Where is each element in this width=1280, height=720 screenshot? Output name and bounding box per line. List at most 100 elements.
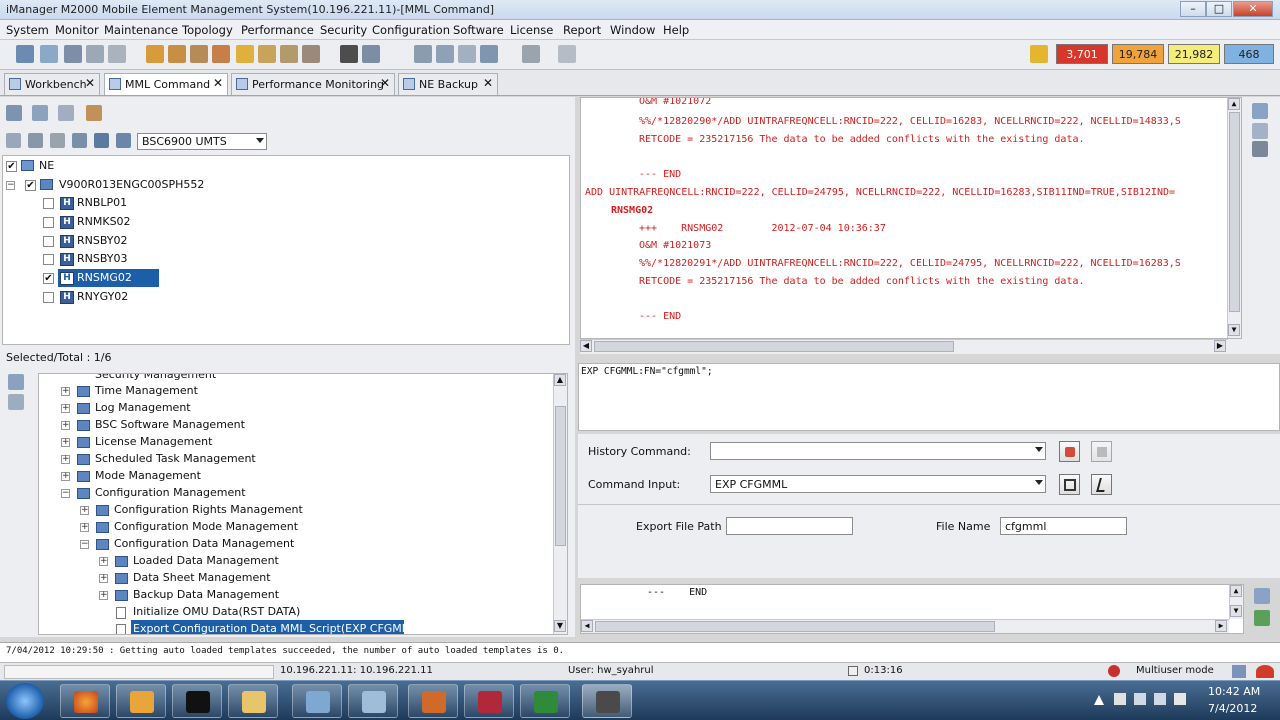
tool-icon[interactable] bbox=[86, 105, 102, 121]
tree-item[interactable]: Time Management bbox=[95, 384, 198, 397]
excel-task[interactable] bbox=[520, 684, 570, 718]
menu-system[interactable]: System bbox=[6, 23, 49, 37]
expand-icon[interactable]: + bbox=[99, 574, 108, 583]
firefox-task[interactable] bbox=[60, 684, 110, 718]
list-item[interactable]: RNSBY02 bbox=[77, 234, 128, 247]
tree-group-label[interactable]: V900R013ENGC00SPH552 bbox=[59, 178, 204, 191]
horizontal-scrollbar[interactable]: ◀ ▶ bbox=[581, 619, 1229, 633]
tree-item[interactable]: Scheduled Task Management bbox=[95, 452, 256, 465]
menu-window[interactable]: Window bbox=[610, 23, 655, 37]
checkbox[interactable]: ✔ bbox=[43, 273, 54, 284]
alarm-filter-icon[interactable] bbox=[212, 45, 230, 63]
expand-icon[interactable]: + bbox=[99, 557, 108, 566]
scroll-up-icon[interactable]: ▲ bbox=[1228, 98, 1240, 110]
tab-workbench[interactable]: Workbench ✕ bbox=[4, 73, 100, 95]
expand-icon[interactable]: + bbox=[61, 455, 70, 464]
checkbox[interactable] bbox=[43, 236, 54, 247]
tab-performance-monitoring[interactable]: Performance Monitoring ✕ bbox=[231, 73, 395, 95]
restore-icon[interactable] bbox=[436, 45, 454, 63]
tree-item[interactable]: BSC Software Management bbox=[95, 418, 245, 431]
layout-icon[interactable] bbox=[6, 105, 22, 121]
clear-icon[interactable] bbox=[1252, 123, 1268, 139]
filter-icon[interactable] bbox=[6, 133, 21, 148]
export-icon[interactable] bbox=[362, 45, 380, 63]
checkbox[interactable] bbox=[43, 254, 54, 265]
alarm-sound-icon[interactable] bbox=[1030, 45, 1048, 63]
scroll-right-icon[interactable]: ▶ bbox=[1215, 620, 1227, 632]
collapse-icon[interactable]: − bbox=[80, 540, 89, 549]
expand-icon[interactable]: + bbox=[80, 523, 89, 532]
clock-date[interactable]: 7/4/2012 bbox=[1208, 702, 1257, 715]
scroll-thumb[interactable] bbox=[595, 621, 995, 632]
mml-script-editor[interactable]: EXP CFGMML:FN="cfgmml"; bbox=[578, 363, 1280, 431]
collapse-icon[interactable]: − bbox=[6, 181, 15, 190]
explorer-task[interactable] bbox=[228, 684, 278, 718]
menu-topology[interactable]: Topology bbox=[182, 23, 233, 37]
next-history-button[interactable] bbox=[1091, 441, 1112, 462]
tree-item[interactable]: Configuration Rights Management bbox=[114, 503, 303, 516]
maximize-button[interactable]: □ bbox=[1206, 1, 1232, 17]
alarm-query-icon[interactable] bbox=[168, 45, 186, 63]
scroll-up-icon[interactable]: ▲ bbox=[1230, 585, 1242, 597]
expand-icon[interactable]: + bbox=[99, 591, 108, 600]
report-icon[interactable] bbox=[280, 45, 298, 63]
vertical-scrollbar[interactable]: ▲ ▼ bbox=[1227, 98, 1241, 338]
assist-button[interactable] bbox=[1059, 474, 1080, 495]
tree-item-selected[interactable]: Export Configuration Data MML Script(EXP… bbox=[133, 622, 422, 634]
connect-icon[interactable] bbox=[40, 45, 58, 63]
checkbox[interactable] bbox=[43, 292, 54, 303]
menu-report[interactable]: Report bbox=[563, 23, 601, 37]
menu-configuration[interactable]: Configuration bbox=[372, 23, 450, 37]
topology-icon[interactable] bbox=[16, 45, 34, 63]
network-tray-icon[interactable] bbox=[1154, 693, 1166, 705]
scroll-left-icon[interactable]: ◀ bbox=[581, 620, 593, 632]
mml-icon[interactable] bbox=[340, 45, 358, 63]
tree-item[interactable]: Backup Data Management bbox=[133, 588, 279, 601]
ne-type-select[interactable]: BSC6900 UMTS bbox=[137, 133, 267, 150]
close-icon[interactable]: ✕ bbox=[380, 76, 390, 90]
list-item[interactable]: RNMKS02 bbox=[77, 215, 131, 228]
expand-icon[interactable]: + bbox=[61, 472, 70, 481]
backup-icon[interactable] bbox=[414, 45, 432, 63]
monitor-icon[interactable] bbox=[86, 45, 104, 63]
file-name-input[interactable]: cfgmml bbox=[1000, 517, 1127, 535]
tray-expand-icon[interactable] bbox=[1094, 695, 1104, 705]
vertical-scrollbar[interactable]: ▲ ▼ bbox=[553, 374, 567, 634]
close-button[interactable]: ✕ bbox=[1233, 1, 1273, 17]
warning-alarm-count[interactable]: 468 bbox=[1224, 44, 1274, 64]
m2000-task[interactable] bbox=[582, 684, 632, 718]
note-icon[interactable] bbox=[58, 105, 74, 121]
major-alarm-count[interactable]: 19,784 bbox=[1112, 44, 1164, 64]
license-icon[interactable] bbox=[480, 45, 498, 63]
close-icon[interactable]: ✕ bbox=[483, 76, 493, 90]
clear-icon[interactable] bbox=[50, 133, 65, 148]
powerpoint-task[interactable] bbox=[408, 684, 458, 718]
display-icon[interactable] bbox=[1134, 693, 1146, 705]
scroll-thumb[interactable] bbox=[594, 341, 954, 352]
flag-icon[interactable] bbox=[1114, 693, 1126, 705]
tree-root-label[interactable]: NE bbox=[39, 159, 54, 172]
tag-icon[interactable] bbox=[28, 133, 43, 148]
tab-ne-backup[interactable]: NE Backup ✕ bbox=[398, 73, 498, 95]
tree-item[interactable]: Data Sheet Management bbox=[133, 571, 271, 584]
expand-icon[interactable]: + bbox=[61, 438, 70, 447]
list-item[interactable]: RNBLP01 bbox=[77, 196, 127, 209]
tree-item[interactable]: Loaded Data Management bbox=[133, 554, 279, 567]
insert-history-button[interactable] bbox=[1059, 441, 1080, 462]
alarm-search-icon[interactable] bbox=[190, 45, 208, 63]
log-icon[interactable] bbox=[458, 45, 476, 63]
save-icon[interactable] bbox=[1252, 103, 1268, 119]
sort-asc-icon[interactable] bbox=[94, 133, 109, 148]
scroll-down-icon[interactable]: ▼ bbox=[1230, 605, 1242, 617]
scroll-down-icon[interactable]: ▼ bbox=[554, 620, 566, 632]
expand-icon[interactable]: + bbox=[80, 506, 89, 515]
menu-software[interactable]: Software bbox=[453, 23, 504, 37]
history-command-select[interactable] bbox=[710, 442, 1046, 460]
tab-mml-command[interactable]: MML Command ✕ bbox=[104, 73, 228, 95]
tree-item[interactable]: Configuration Data Management bbox=[114, 537, 294, 550]
menu-security[interactable]: Security bbox=[320, 23, 367, 37]
tree-item[interactable]: Configuration Management bbox=[95, 486, 246, 499]
checkbox[interactable]: ✔ bbox=[6, 161, 17, 172]
scroll-left-icon[interactable]: ◀ bbox=[580, 340, 592, 352]
bell-icon[interactable] bbox=[236, 45, 254, 63]
